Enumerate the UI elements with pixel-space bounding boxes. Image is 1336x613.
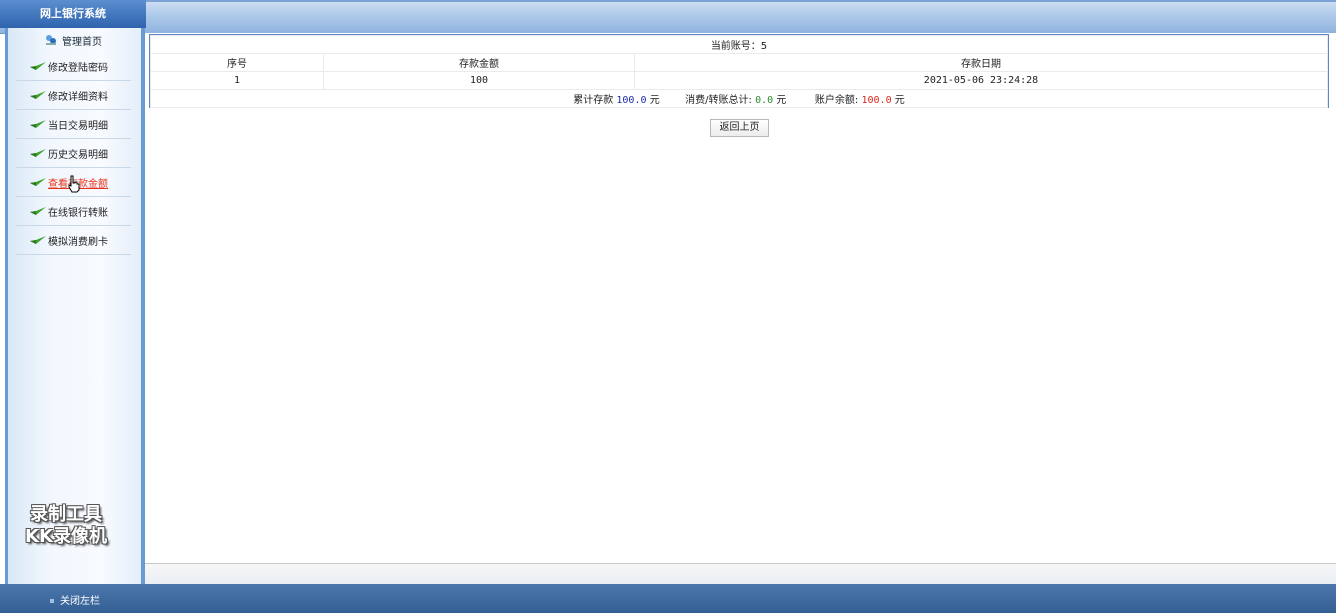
sidebar-item-today-transactions[interactable]: 当日交易明细 xyxy=(16,110,131,139)
sidebar-item-label: 在线银行转账 xyxy=(48,207,108,219)
summary-cell: 累计存款 100.0 元 消费/转账总计: 0.0 元 账户余额: 100.0 … xyxy=(150,89,1328,108)
close-sidebar-link[interactable]: 关闭左栏 xyxy=(50,592,100,607)
green-arrow-icon xyxy=(30,149,46,157)
sidebar-item-label: 修改登陆密码 xyxy=(48,62,108,74)
bullet-icon xyxy=(50,599,54,603)
sidebar-item-label: 模拟消费刷卡 xyxy=(48,236,108,248)
manage-home-icon xyxy=(46,35,56,45)
sidebar-item-edit-profile[interactable]: 修改详细资料 xyxy=(16,81,131,110)
deposit-table: 当前账号：5 序号 存款金额 存款日期 1 100 2021-05-06 23:… xyxy=(150,35,1328,108)
column-header-no: 序号 xyxy=(150,53,324,72)
sidebar-item-label: 当日交易明细 xyxy=(48,120,108,132)
account-row: 当前账号：5 xyxy=(150,35,1328,54)
hand-cursor-icon xyxy=(68,175,80,193)
sidebar-item-change-password[interactable]: 修改登陆密码 xyxy=(16,52,131,81)
top-header: 网上银行系统 xyxy=(0,0,1336,34)
app-title: 网上银行系统 xyxy=(0,0,146,28)
deposit-unit: 元 xyxy=(649,95,660,106)
cell-amount: 100 xyxy=(323,71,635,90)
close-sidebar-label: 关闭左栏 xyxy=(60,596,100,607)
table-header-row: 序号 存款金额 存款日期 xyxy=(150,53,1328,72)
header-shade xyxy=(146,0,1336,2)
consume-total-label: 消费/转账总计: xyxy=(685,95,752,106)
sidebar-menu: 修改登陆密码 修改详细资料 当日交易明细 历史交易明细 查看存款金额 在线银行转… xyxy=(16,52,131,255)
sidebar-item-simulate-card-payment[interactable]: 模拟消费刷卡 xyxy=(16,226,131,255)
deposit-total-label: 累计存款 xyxy=(573,95,614,106)
green-arrow-icon xyxy=(30,207,46,215)
sidebar-item-history-transactions[interactable]: 历史交易明细 xyxy=(16,139,131,168)
green-arrow-icon xyxy=(30,91,46,99)
summary-row: 累计存款 100.0 元 消费/转账总计: 0.0 元 账户余额: 100.0 … xyxy=(150,89,1328,108)
sidebar-item-online-transfer[interactable]: 在线银行转账 xyxy=(16,197,131,226)
sidebar-home-link[interactable]: 管理首页 xyxy=(8,28,141,52)
deposit-panel: 当前账号：5 序号 存款金额 存款日期 1 100 2021-05-06 23:… xyxy=(149,34,1329,108)
green-arrow-icon xyxy=(30,178,46,186)
watermark-line-1: 录制工具 xyxy=(30,504,102,525)
cell-no: 1 xyxy=(150,71,324,90)
main-content: 当前账号：5 序号 存款金额 存款日期 1 100 2021-05-06 23:… xyxy=(145,33,1336,584)
recorder-watermark: 录制工具 KK录像机 xyxy=(10,504,122,548)
sidebar-home-label: 管理首页 xyxy=(62,36,102,48)
consume-total-value: 0.0 xyxy=(755,95,774,106)
balance-label: 账户余额: xyxy=(814,95,859,106)
deposit-total-value: 100.0 xyxy=(616,95,647,106)
column-header-date: 存款日期 xyxy=(634,53,1328,72)
table-row: 1 100 2021-05-06 23:24:28 xyxy=(150,71,1328,90)
back-button[interactable]: 返回上页 xyxy=(710,119,769,137)
main-bottom-bar xyxy=(145,563,1336,585)
footer-bar: 关闭左栏 xyxy=(0,584,1336,613)
consume-unit: 元 xyxy=(776,95,787,106)
current-account-label: 当前账号：5 xyxy=(150,35,1328,54)
balance-unit: 元 xyxy=(894,95,905,106)
green-arrow-icon xyxy=(30,236,46,244)
cell-date: 2021-05-06 23:24:28 xyxy=(634,71,1328,90)
balance-value: 100.0 xyxy=(861,95,892,106)
sidebar: 管理首页 修改登陆密码 修改详细资料 当日交易明细 历史交易明细 查看存款金额 … xyxy=(5,28,145,584)
green-arrow-icon xyxy=(30,120,46,128)
sidebar-item-label: 修改详细资料 xyxy=(48,91,108,103)
sidebar-item-label: 历史交易明细 xyxy=(48,149,108,161)
column-header-amount: 存款金额 xyxy=(323,53,635,72)
green-arrow-icon xyxy=(30,62,46,70)
watermark-line-2: KK录像机 xyxy=(25,526,107,547)
